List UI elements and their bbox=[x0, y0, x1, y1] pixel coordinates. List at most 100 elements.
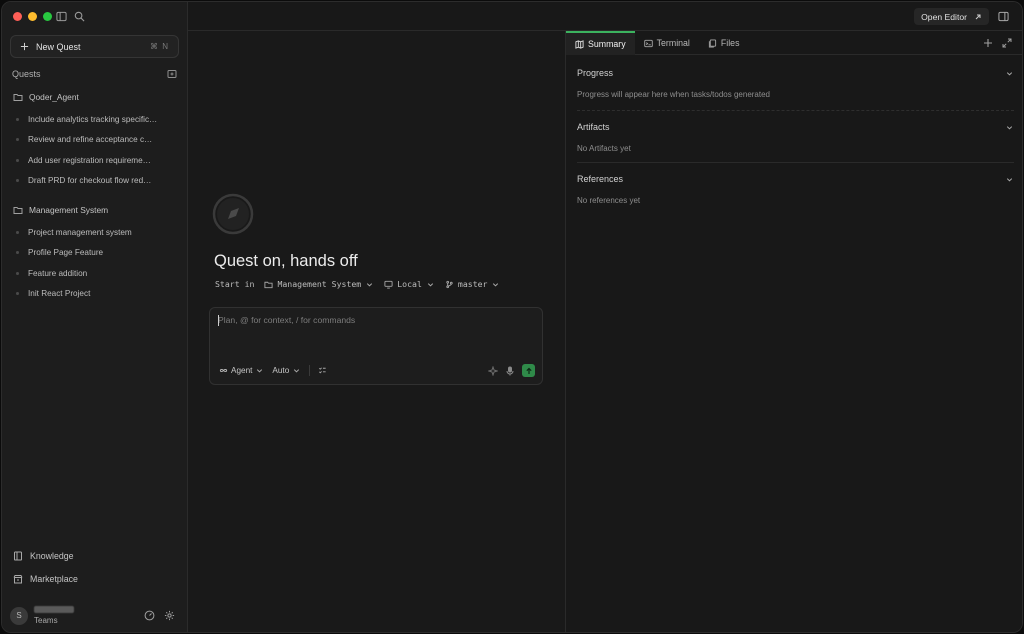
quest-item-label: Draft PRD for checkout flow red… bbox=[28, 176, 152, 186]
quests-header: Quests bbox=[12, 69, 177, 79]
arrow-up-right-icon bbox=[975, 14, 981, 19]
tab-label: Files bbox=[720, 38, 740, 48]
quest-item-label: Include analytics tracking specific… bbox=[28, 114, 158, 124]
quest-item[interactable]: Draft PRD for checkout flow red… bbox=[13, 171, 178, 192]
progress-header[interactable]: Progress bbox=[577, 68, 1014, 78]
bullet-icon bbox=[16, 292, 19, 296]
text-caret bbox=[218, 315, 219, 326]
plus-icon bbox=[20, 42, 29, 51]
prompt-box[interactable]: Plan, @ for context, / for commands Agen… bbox=[209, 307, 543, 385]
prompt-toolbar: Agent Auto bbox=[219, 365, 327, 376]
main-content: Quest on, hands off Start in Management … bbox=[188, 31, 565, 632]
bullet-icon bbox=[16, 271, 19, 275]
new-folder-icon[interactable] bbox=[167, 69, 177, 79]
knowledge-link[interactable]: Knowledge bbox=[13, 551, 74, 561]
mode-selector[interactable]: Agent bbox=[219, 366, 264, 375]
project-selector[interactable]: Management System bbox=[264, 279, 374, 289]
new-quest-button[interactable]: New Quest ⌘ N bbox=[10, 35, 179, 58]
knowledge-label: Knowledge bbox=[30, 551, 74, 561]
close-window-button[interactable] bbox=[13, 12, 22, 21]
model-label: Auto bbox=[272, 366, 290, 375]
bullet-icon bbox=[16, 230, 19, 234]
quest-item[interactable]: Include analytics tracking specific… bbox=[13, 109, 178, 130]
checklist-icon[interactable] bbox=[318, 366, 327, 375]
arrow-up-icon bbox=[525, 367, 532, 374]
folder-icon bbox=[264, 281, 273, 288]
quest-item-label: Project management system bbox=[28, 227, 132, 237]
start-options: Start in Management System Local master bbox=[215, 279, 500, 289]
quest-item[interactable]: Add user registration requireme… bbox=[13, 150, 178, 171]
files-icon bbox=[708, 38, 716, 48]
sidebar-toggle-icon[interactable] bbox=[56, 11, 67, 22]
branch-label: master bbox=[457, 279, 488, 289]
bullet-icon bbox=[16, 117, 19, 121]
open-editor-button[interactable]: Open Editor bbox=[914, 8, 989, 25]
chevron-down-icon bbox=[294, 369, 300, 373]
tab-files[interactable]: Files bbox=[699, 31, 749, 55]
branch-selector[interactable]: master bbox=[445, 279, 501, 289]
quest-group-label: Qoder_Agent bbox=[29, 92, 79, 102]
minimize-window-button[interactable] bbox=[28, 12, 37, 21]
book-icon bbox=[14, 551, 22, 561]
section-body: No references yet bbox=[577, 196, 641, 205]
references-header[interactable]: References bbox=[577, 174, 1014, 184]
chevron-down-icon bbox=[1006, 71, 1013, 76]
quest-item[interactable]: Project management system bbox=[13, 222, 178, 243]
user-profile[interactable]: S Teams bbox=[10, 606, 74, 625]
right-panel-toggle-icon[interactable] bbox=[998, 11, 1009, 22]
store-icon bbox=[13, 575, 23, 584]
maximize-window-button[interactable] bbox=[43, 12, 52, 21]
quest-item[interactable]: Profile Page Feature bbox=[13, 243, 178, 264]
tab-terminal[interactable]: Terminal bbox=[635, 31, 699, 55]
model-selector[interactable]: Auto bbox=[272, 366, 301, 375]
page-title: Quest on, hands off bbox=[214, 252, 358, 270]
infinity-icon bbox=[219, 369, 228, 372]
quest-item[interactable]: Review and refine acceptance c… bbox=[13, 130, 178, 151]
quest-group-title[interactable]: Qoder_Agent bbox=[13, 90, 178, 104]
quest-group-label: Management System bbox=[29, 205, 109, 215]
references-section: References No references yet bbox=[577, 174, 1014, 205]
expand-icon[interactable] bbox=[1002, 38, 1012, 48]
plus-icon[interactable] bbox=[983, 38, 993, 48]
usage-gauge-icon[interactable] bbox=[144, 610, 155, 621]
panel-tab-actions bbox=[983, 38, 1012, 48]
terminal-icon bbox=[643, 39, 653, 47]
quest-item-label: Feature addition bbox=[28, 268, 88, 278]
open-editor-label: Open Editor bbox=[921, 11, 967, 22]
artifacts-header[interactable]: Artifacts bbox=[577, 122, 1014, 132]
folder-icon bbox=[13, 207, 23, 214]
marketplace-link[interactable]: Marketplace bbox=[13, 574, 78, 584]
quest-group-management-system: Management System Project management sys… bbox=[13, 203, 178, 304]
chevron-down-icon bbox=[257, 369, 263, 373]
section-divider bbox=[577, 110, 1014, 111]
gear-icon[interactable] bbox=[164, 610, 175, 621]
tab-summary[interactable]: Summary bbox=[566, 31, 635, 55]
user-info: Teams bbox=[34, 606, 74, 625]
new-quest-label: New Quest bbox=[36, 41, 81, 52]
quest-item[interactable]: Init React Project bbox=[13, 284, 178, 305]
tab-label: Terminal bbox=[656, 38, 690, 48]
monitor-icon bbox=[384, 280, 393, 289]
app-window: New Quest ⌘ N Quests Qoder_Agent Include… bbox=[1, 1, 1023, 633]
section-body: No Artifacts yet bbox=[577, 144, 631, 153]
chevron-down-icon bbox=[493, 282, 499, 287]
compass-logo-icon bbox=[212, 193, 254, 235]
send-button[interactable] bbox=[522, 364, 535, 377]
new-quest-shortcut: ⌘ N bbox=[150, 42, 169, 51]
prompt-actions bbox=[488, 364, 535, 377]
quest-item[interactable]: Feature addition bbox=[13, 263, 178, 284]
search-icon[interactable] bbox=[74, 11, 85, 22]
chevron-down-icon bbox=[1006, 125, 1013, 130]
artifacts-section: Artifacts No Artifacts yet bbox=[577, 122, 1014, 153]
quest-item-label: Init React Project bbox=[28, 289, 91, 299]
microphone-icon[interactable] bbox=[505, 366, 515, 376]
prompt-input[interactable]: Plan, @ for context, / for commands bbox=[218, 315, 355, 325]
quest-group-title[interactable]: Management System bbox=[13, 203, 178, 217]
environment-selector[interactable]: Local bbox=[384, 279, 435, 289]
summary-panel: Summary Terminal Files Progress Progress… bbox=[565, 31, 1022, 632]
map-icon bbox=[575, 39, 584, 49]
sparkle-icon[interactable] bbox=[488, 365, 498, 376]
avatar: S bbox=[10, 606, 28, 625]
panel-tabs: Summary Terminal Files bbox=[566, 31, 1022, 55]
mode-label: Agent bbox=[231, 366, 253, 375]
